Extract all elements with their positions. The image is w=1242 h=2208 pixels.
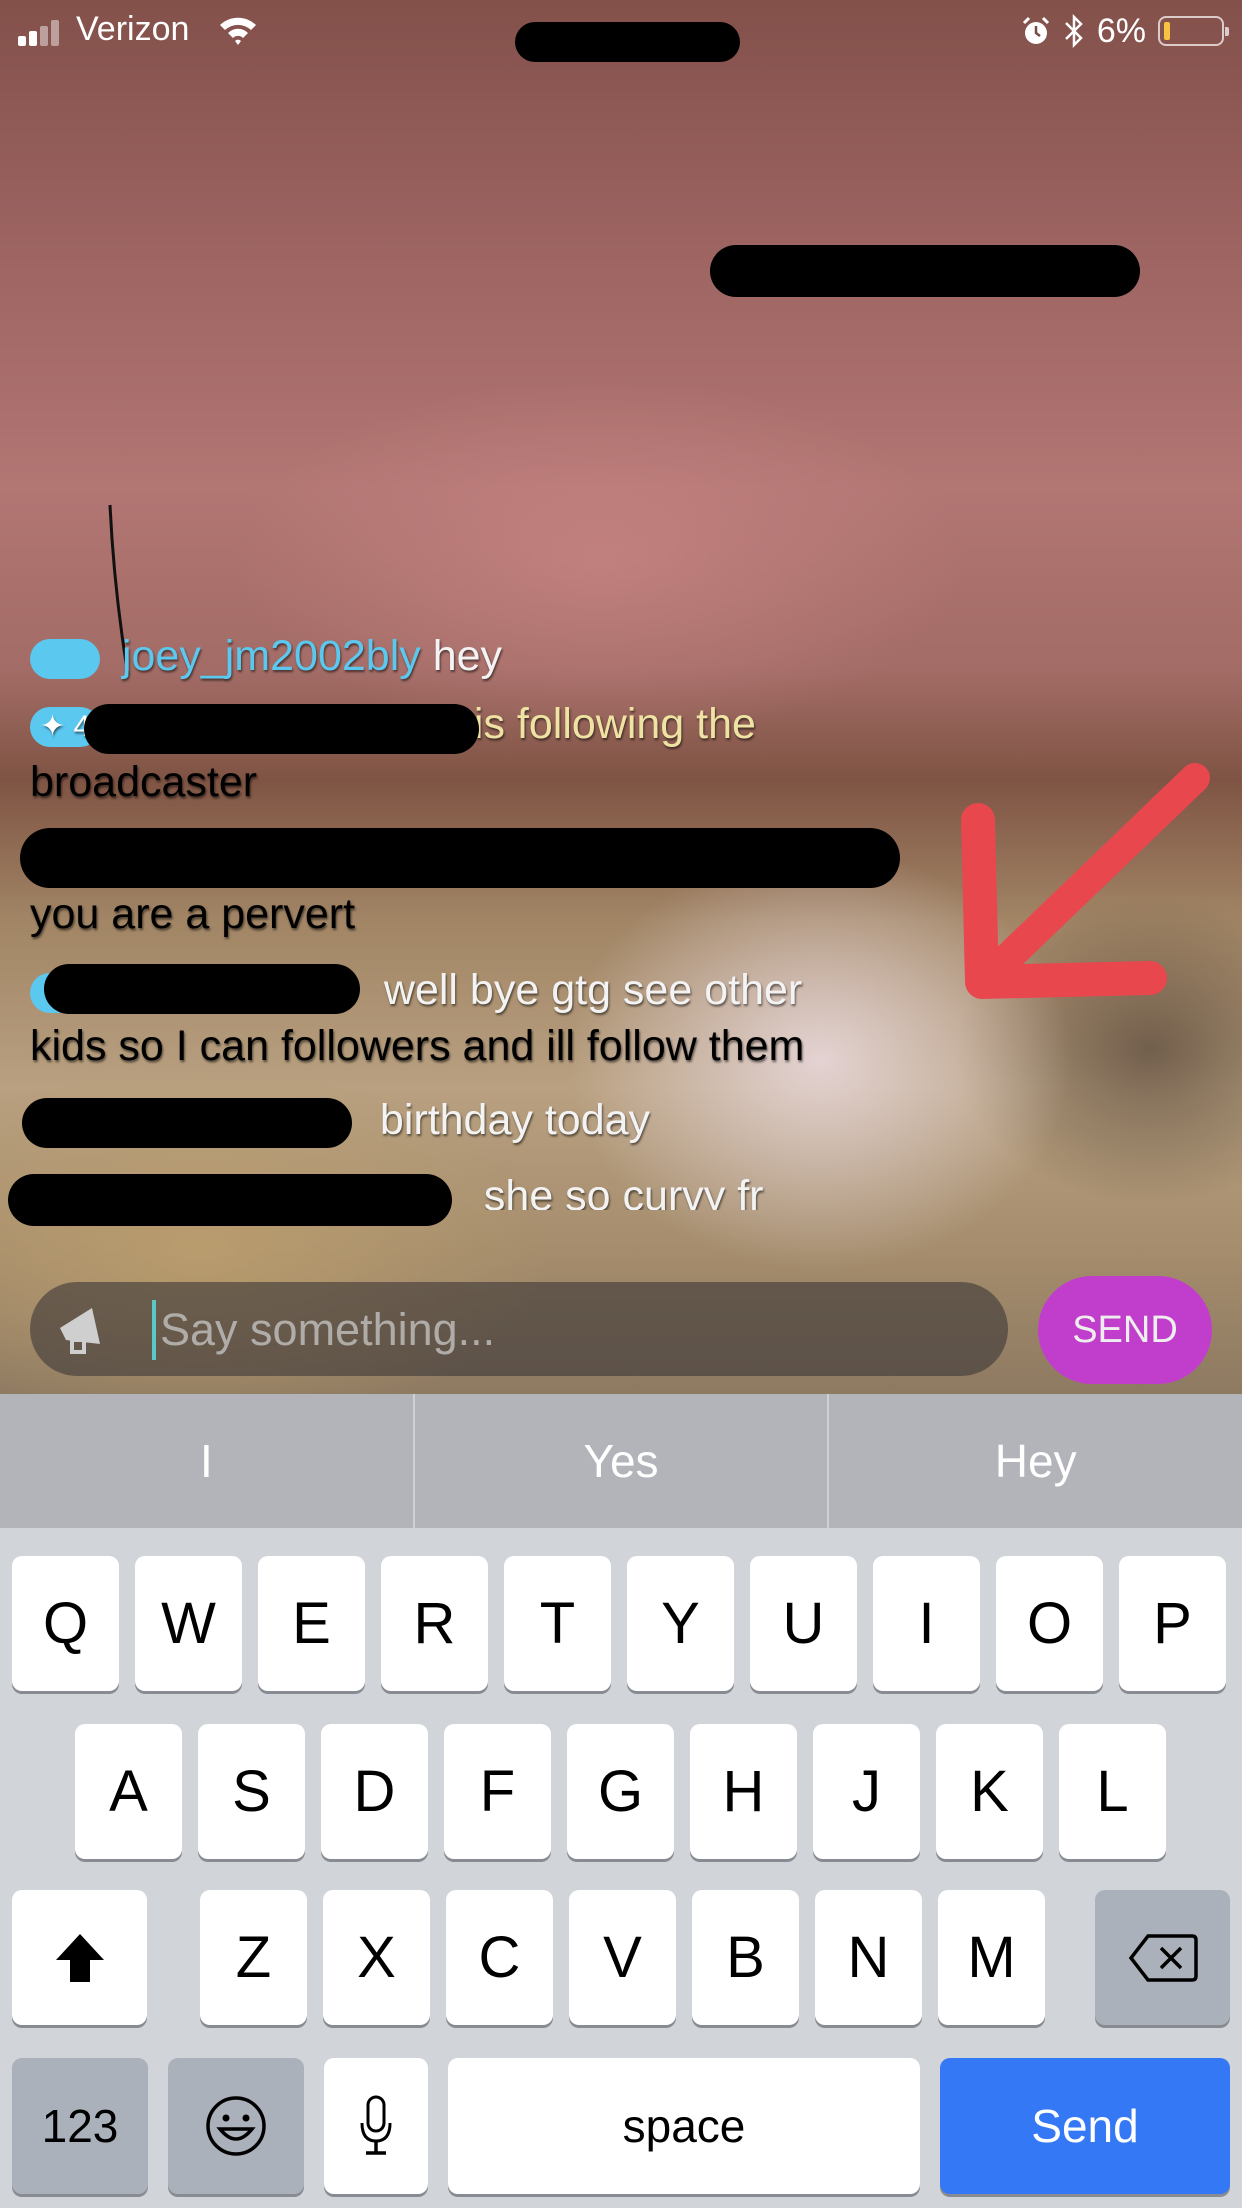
dictation-key[interactable] (324, 2058, 428, 2194)
suggestion-item[interactable]: Hey (829, 1394, 1242, 1528)
wifi-icon (220, 17, 256, 45)
chat-send-button[interactable]: SEND (1038, 1276, 1212, 1384)
numbers-key[interactable]: 123 (12, 2058, 148, 2194)
keyboard-send-key[interactable]: Send (940, 2058, 1230, 2194)
key-f[interactable]: F (444, 1724, 551, 1859)
chat-username[interactable]: joey_jm2002bly (122, 632, 421, 680)
key-u[interactable]: U (750, 1556, 857, 1691)
redaction-mark (22, 1098, 352, 1148)
chat-text: hey (432, 632, 503, 680)
key-v[interactable]: V (569, 1890, 676, 2025)
redaction-mark (44, 964, 360, 1014)
alarm-icon (1022, 16, 1049, 44)
suggestion-item[interactable]: I (0, 1394, 415, 1528)
keyboard: I Yes Hey 123 space Send QWERTYUIOPASDFG… (0, 1394, 1242, 2208)
shift-arrow-icon (55, 1933, 104, 1982)
chat-message-input[interactable] (158, 1282, 982, 1378)
key-g[interactable]: G (567, 1724, 674, 1859)
key-y[interactable]: Y (627, 1556, 734, 1691)
chat-text: you are a pervert (30, 890, 356, 938)
space-key[interactable]: space (448, 2058, 920, 2194)
backspace-key[interactable] (1095, 1890, 1230, 2025)
key-w[interactable]: W (135, 1556, 242, 1691)
status-bar: Verizon 6% (0, 0, 1242, 62)
emoji-icon (206, 2096, 266, 2156)
emoji-key[interactable] (168, 2058, 304, 2194)
key-z[interactable]: Z (200, 1890, 307, 2025)
key-s[interactable]: S (198, 1724, 305, 1859)
key-a[interactable]: A (75, 1724, 182, 1859)
key-l[interactable]: L (1059, 1724, 1166, 1859)
redaction-mark (8, 1174, 452, 1226)
megaphone-icon[interactable] (56, 1304, 110, 1356)
text-cursor (152, 1300, 156, 1360)
chat-text-continued: broadcaster (30, 758, 258, 806)
key-o[interactable]: O (996, 1556, 1103, 1691)
key-b[interactable]: B (692, 1890, 799, 2025)
key-d[interactable]: D (321, 1724, 428, 1859)
key-x[interactable]: X (323, 1890, 430, 2025)
chat-text: well bye gtg see other (383, 966, 803, 1014)
backspace-icon (1128, 1933, 1198, 1982)
chat-text: is following the (473, 700, 756, 748)
bluetooth-icon (1064, 14, 1083, 48)
key-h[interactable]: H (690, 1724, 797, 1859)
chat-text-continued: kids so I can followers and ill follow t… (30, 1022, 805, 1070)
redaction-mark (710, 245, 1140, 297)
key-n[interactable]: N (815, 1890, 922, 2025)
shift-key[interactable] (12, 1890, 147, 2025)
user-level-badge (30, 638, 100, 679)
battery-percent: 6% (1096, 11, 1146, 50)
suggestion-item[interactable]: Yes (415, 1394, 830, 1528)
carrier-name: Verizon (76, 10, 190, 48)
key-i[interactable]: I (873, 1556, 980, 1691)
key-e[interactable]: E (258, 1556, 365, 1691)
key-t[interactable]: T (504, 1556, 611, 1691)
chat-text: birthday today (379, 1096, 651, 1144)
microphone-icon (360, 2095, 392, 2155)
battery-icon (1158, 16, 1229, 46)
signal-icon (18, 20, 66, 46)
key-j[interactable]: J (813, 1724, 920, 1859)
key-q[interactable]: Q (12, 1556, 119, 1691)
annotation-arrow-icon (961, 763, 1210, 999)
key-r[interactable]: R (381, 1556, 488, 1691)
key-c[interactable]: C (446, 1890, 553, 2025)
redaction-mark (84, 704, 479, 754)
predictive-suggestions: I Yes Hey (0, 1394, 1242, 1528)
chat-input-bar (30, 1282, 1008, 1378)
key-m[interactable]: M (938, 1890, 1045, 2025)
key-p[interactable]: P (1119, 1556, 1226, 1691)
redaction-mark (20, 828, 900, 888)
key-k[interactable]: K (936, 1724, 1043, 1859)
chat-text: she so curvy fr (483, 1172, 764, 1210)
chat-message: joey_jm2002bly hey (30, 628, 502, 684)
